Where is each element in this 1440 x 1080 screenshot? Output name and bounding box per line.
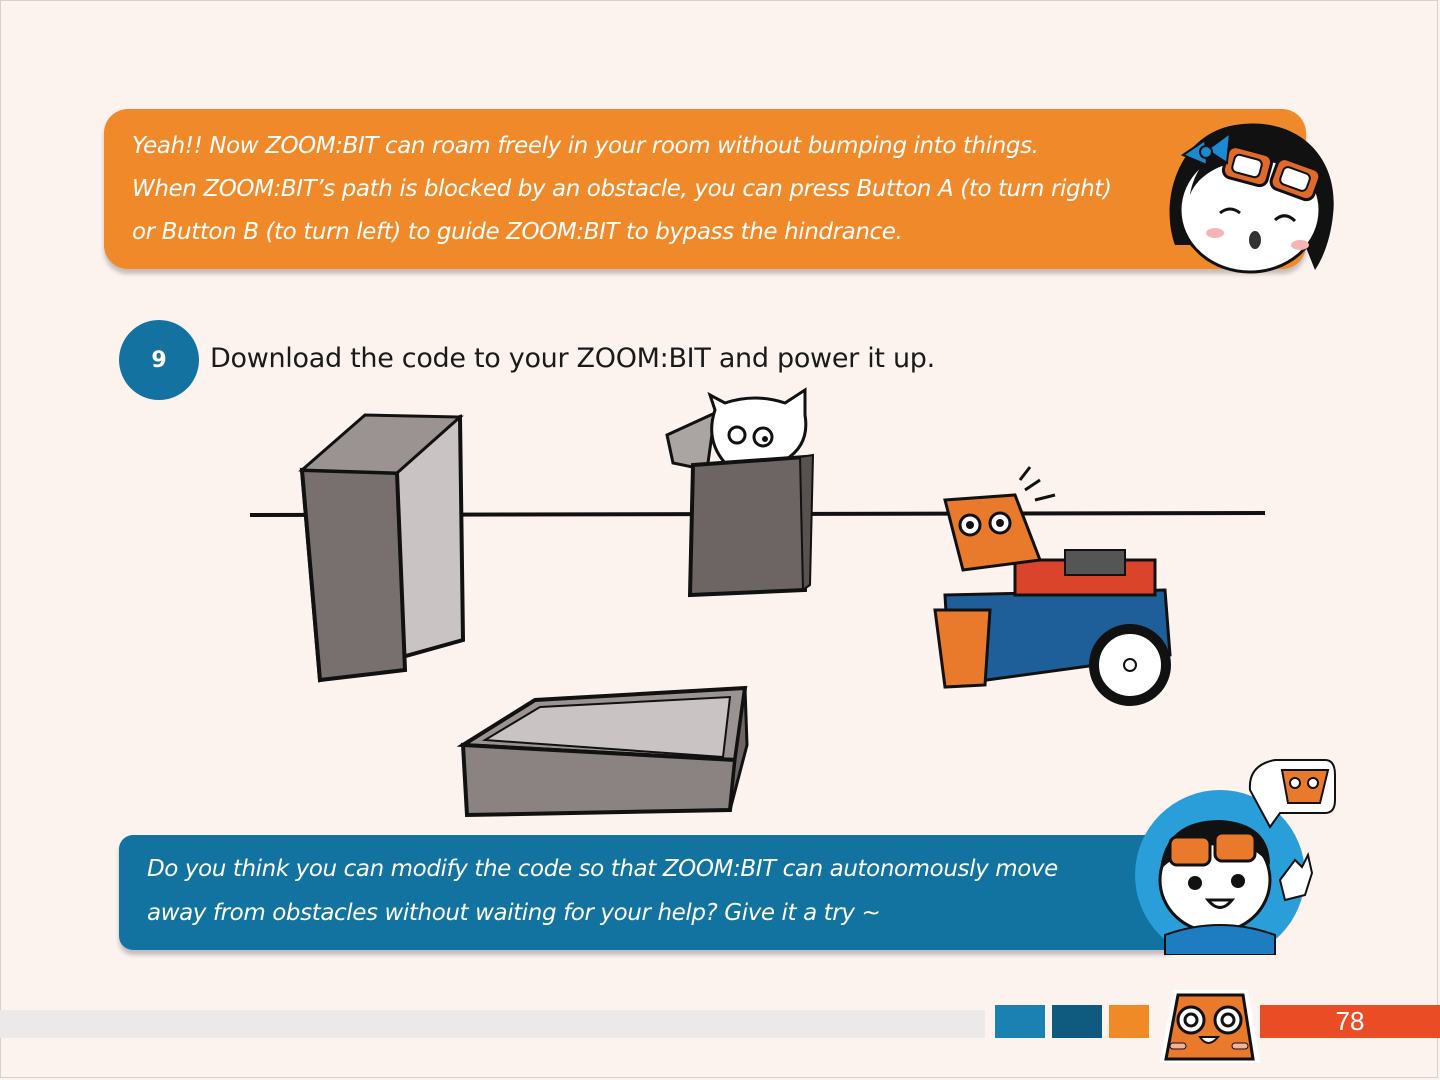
obstacle-scene-illustration bbox=[249, 387, 1266, 818]
page-number: 78 bbox=[1335, 1006, 1365, 1036]
challenge-text: Do you think you can modify the code so … bbox=[147, 847, 1058, 935]
footer-square-dark-blue bbox=[1052, 1005, 1102, 1038]
challenge-line-1: Do you think you can modify the code so … bbox=[147, 856, 1058, 882]
boy-character-icon bbox=[1135, 759, 1336, 955]
intro-line-3: or Button B (to turn left) to guide ZOOM… bbox=[132, 219, 903, 245]
open-tray-illustration bbox=[456, 685, 749, 818]
challenge-line-2: away from obstacles without waiting for … bbox=[147, 900, 881, 926]
tall-box-illustration bbox=[298, 413, 466, 683]
intro-line-1: Yeah!! Now ZOOM:BIT can roam freely in y… bbox=[132, 133, 1039, 159]
girl-character-icon bbox=[1169, 123, 1334, 274]
step-instruction: Download the code to your ZOOM:BIT and p… bbox=[210, 343, 935, 374]
intro-line-2: When ZOOM:BIT’s path is blocked by an ob… bbox=[132, 176, 1112, 202]
step-number-badge: 9 bbox=[119, 320, 199, 400]
footer-square-orange bbox=[1109, 1005, 1149, 1038]
robot-logo-icon bbox=[1160, 990, 1260, 1063]
cat-in-box-icon bbox=[665, 387, 815, 598]
footer-square-light-blue bbox=[995, 1005, 1045, 1038]
footer-bar bbox=[0, 1010, 985, 1038]
challenge-speech-bubble: Do you think you can modify the code so … bbox=[119, 835, 1179, 950]
zoombit-robot-icon bbox=[933, 466, 1172, 706]
intro-text: Yeah!! Now ZOOM:BIT can roam freely in y… bbox=[132, 125, 1142, 254]
intro-speech-bubble: Yeah!! Now ZOOM:BIT can roam freely in y… bbox=[104, 109, 1306, 269]
